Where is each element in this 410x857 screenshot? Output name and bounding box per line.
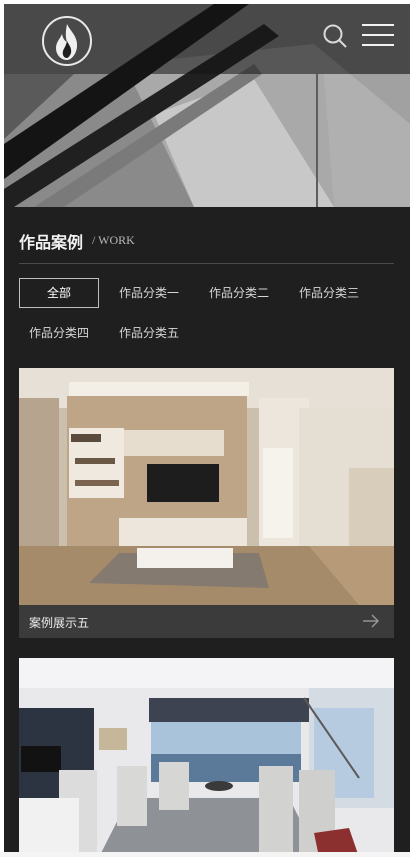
card-caption: 案例展示五 [29,616,90,630]
case-card[interactable] [19,658,394,857]
section-subtitle: / WORK [92,233,135,247]
tab-category-1[interactable]: 作品分类一 [109,278,189,308]
case-card[interactable]: 案例展示五 [19,368,394,638]
living-room-photo [19,368,394,605]
tab-all[interactable]: 全部 [19,278,99,308]
tab-category-2[interactable]: 作品分类二 [199,278,279,308]
page: 作品案例 / WORK 全部 作品分类一 作品分类二 作品分类三 作品分类四 作… [4,4,410,857]
top-navigation-bar [4,4,410,74]
menu-bar [362,24,394,26]
tab-category-5[interactable]: 作品分类五 [109,318,189,348]
tab-category-4[interactable]: 作品分类四 [19,318,99,348]
search-button[interactable] [322,23,348,49]
hamburger-menu-button[interactable] [362,24,394,46]
card-caption-bar: 案例展示五 [19,605,394,638]
menu-bar [362,34,394,36]
bottom-strip [0,852,410,857]
flame-icon [56,24,78,60]
section-title: 作品案例 [19,233,84,252]
tab-category-3[interactable]: 作品分类三 [289,278,369,308]
menu-bar [362,44,394,46]
section-header: 作品案例 / WORK [19,226,394,264]
logo[interactable] [42,16,92,66]
hero-banner [4,4,410,207]
dining-room-photo [19,658,394,857]
search-icon [323,24,347,48]
arrow-right-icon [363,614,379,628]
